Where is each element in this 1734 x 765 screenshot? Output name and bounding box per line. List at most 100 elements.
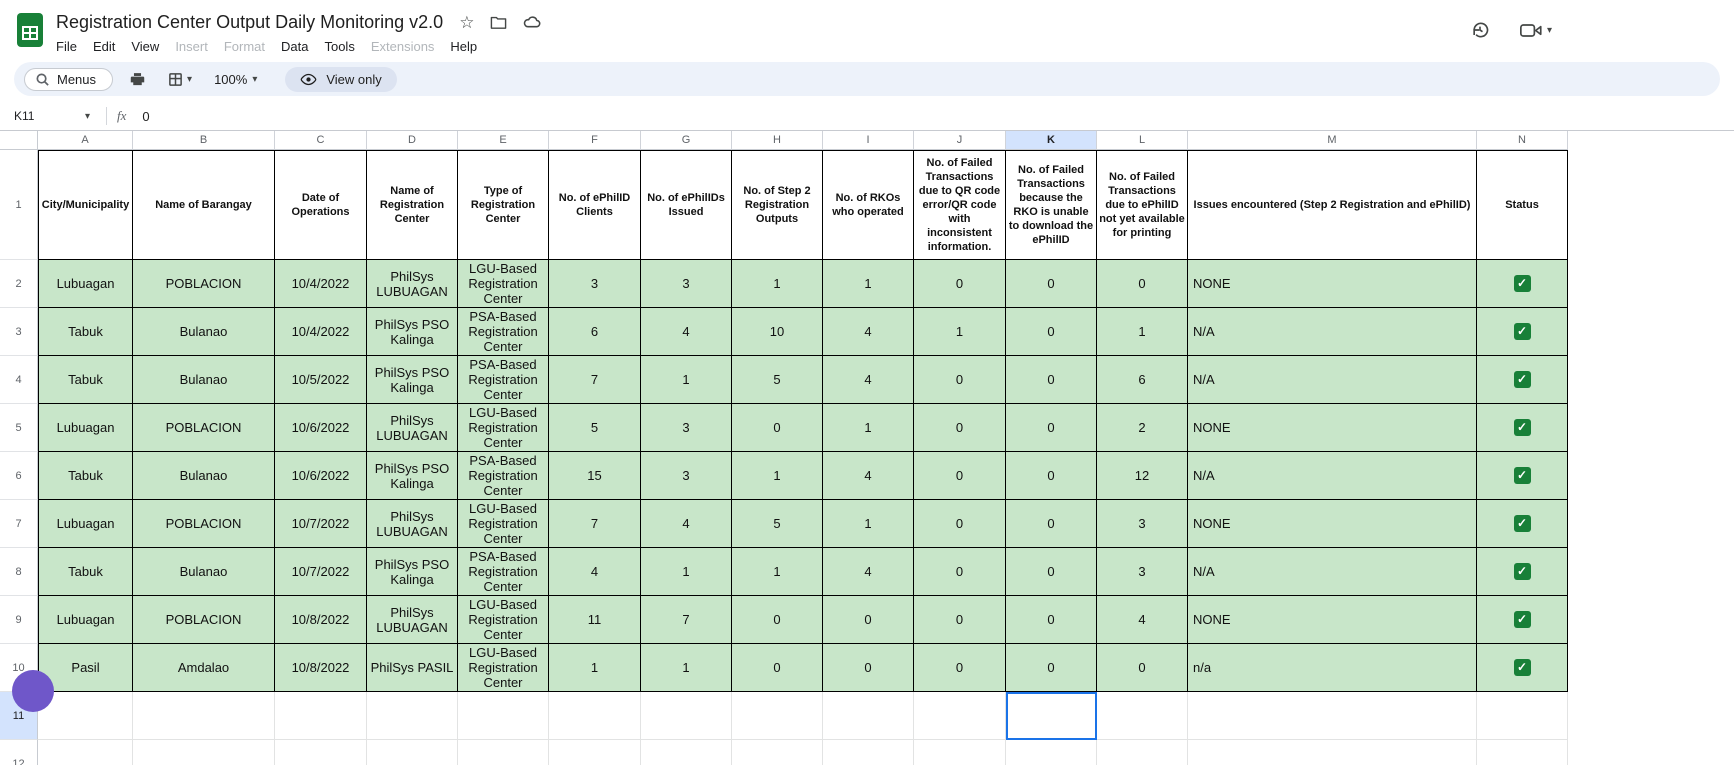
cell-L3[interactable]: 1: [1097, 308, 1188, 356]
cell-K11[interactable]: [1006, 692, 1097, 740]
cell-I6[interactable]: 4: [823, 452, 914, 500]
status-checkbox-row-7[interactable]: ✓: [1513, 515, 1531, 532]
cell-M3[interactable]: N/A: [1188, 308, 1477, 356]
cell-N3[interactable]: ✓: [1477, 308, 1568, 356]
cell-C3[interactable]: 10/4/2022: [275, 308, 367, 356]
row-header-4[interactable]: 4: [0, 356, 38, 404]
header-cell-K[interactable]: No. of Failed Transactions because the R…: [1006, 150, 1097, 260]
cell-A12[interactable]: [38, 740, 133, 765]
cell-F6[interactable]: 15: [549, 452, 641, 500]
cell-B7[interactable]: POBLACION: [133, 500, 275, 548]
status-checkbox-row-9[interactable]: ✓: [1513, 611, 1531, 628]
cell-D11[interactable]: [367, 692, 458, 740]
cell-I10[interactable]: 0: [823, 644, 914, 692]
cell-N7[interactable]: ✓: [1477, 500, 1568, 548]
cell-M4[interactable]: N/A: [1188, 356, 1477, 404]
cell-B4[interactable]: Bulanao: [133, 356, 275, 404]
move-folder-button[interactable]: [490, 15, 507, 30]
cell-J6[interactable]: 0: [914, 452, 1006, 500]
column-header-C[interactable]: C: [275, 131, 367, 150]
cell-L2[interactable]: 0: [1097, 260, 1188, 308]
status-checkbox-row-4[interactable]: ✓: [1513, 371, 1531, 388]
cell-D5[interactable]: PhilSys LUBUAGAN: [367, 404, 458, 452]
cell-L10[interactable]: 0: [1097, 644, 1188, 692]
menu-help[interactable]: Help: [442, 37, 485, 56]
cell-H4[interactable]: 5: [732, 356, 823, 404]
row-header-7[interactable]: 7: [0, 500, 38, 548]
cell-H12[interactable]: [732, 740, 823, 765]
view-only-chip[interactable]: View only: [285, 66, 397, 92]
formula-input[interactable]: 0: [142, 109, 149, 124]
cell-N2[interactable]: ✓: [1477, 260, 1568, 308]
cell-G7[interactable]: 4: [641, 500, 732, 548]
cell-L6[interactable]: 12: [1097, 452, 1188, 500]
row-header-8[interactable]: 8: [0, 548, 38, 596]
row-header-12[interactable]: 12: [0, 740, 38, 765]
cell-K9[interactable]: 0: [1006, 596, 1097, 644]
cell-E11[interactable]: [458, 692, 549, 740]
cell-J5[interactable]: 0: [914, 404, 1006, 452]
cell-A3[interactable]: Tabuk: [38, 308, 133, 356]
cell-G8[interactable]: 1: [641, 548, 732, 596]
cell-J3[interactable]: 1: [914, 308, 1006, 356]
cell-N5[interactable]: ✓: [1477, 404, 1568, 452]
cell-I3[interactable]: 4: [823, 308, 914, 356]
cell-D10[interactable]: PhilSys PASIL: [367, 644, 458, 692]
menu-view[interactable]: View: [123, 37, 167, 56]
cell-E6[interactable]: PSA-Based Registration Center: [458, 452, 549, 500]
menu-format[interactable]: Format: [216, 37, 273, 56]
cell-G11[interactable]: [641, 692, 732, 740]
status-checkbox-row-3[interactable]: ✓: [1513, 323, 1531, 340]
cell-D9[interactable]: PhilSys LUBUAGAN: [367, 596, 458, 644]
cell-J8[interactable]: 0: [914, 548, 1006, 596]
cell-B8[interactable]: Bulanao: [133, 548, 275, 596]
cell-J9[interactable]: 0: [914, 596, 1006, 644]
cell-J2[interactable]: 0: [914, 260, 1006, 308]
status-checkbox-row-10[interactable]: ✓: [1513, 659, 1531, 676]
cell-D4[interactable]: PhilSys PSO Kalinga: [367, 356, 458, 404]
column-header-M[interactable]: M: [1188, 131, 1477, 150]
cell-F12[interactable]: [549, 740, 641, 765]
cell-N11[interactable]: [1477, 692, 1568, 740]
cell-J10[interactable]: 0: [914, 644, 1006, 692]
status-checkbox-row-6[interactable]: ✓: [1513, 467, 1531, 484]
cell-M8[interactable]: N/A: [1188, 548, 1477, 596]
cell-K5[interactable]: 0: [1006, 404, 1097, 452]
column-header-J[interactable]: J: [914, 131, 1006, 150]
cell-E4[interactable]: PSA-Based Registration Center: [458, 356, 549, 404]
cell-D8[interactable]: PhilSys PSO Kalinga: [367, 548, 458, 596]
cell-F5[interactable]: 5: [549, 404, 641, 452]
header-cell-L[interactable]: No. of Failed Transactions due to ePhilI…: [1097, 150, 1188, 260]
cell-N12[interactable]: [1477, 740, 1568, 765]
cell-L11[interactable]: [1097, 692, 1188, 740]
cell-H8[interactable]: 1: [732, 548, 823, 596]
status-checkbox-row-5[interactable]: ✓: [1513, 419, 1531, 436]
cell-B6[interactable]: Bulanao: [133, 452, 275, 500]
print-button[interactable]: [123, 68, 152, 91]
cell-B9[interactable]: POBLACION: [133, 596, 275, 644]
row-header-1[interactable]: 1: [0, 150, 38, 260]
cell-C9[interactable]: 10/8/2022: [275, 596, 367, 644]
cell-G9[interactable]: 7: [641, 596, 732, 644]
header-cell-C[interactable]: Date of Operations: [275, 150, 367, 260]
column-header-E[interactable]: E: [458, 131, 549, 150]
cell-K10[interactable]: 0: [1006, 644, 1097, 692]
cell-E9[interactable]: LGU-Based Registration Center: [458, 596, 549, 644]
header-cell-F[interactable]: No. of ePhilID Clients: [549, 150, 641, 260]
cell-G6[interactable]: 3: [641, 452, 732, 500]
cell-G10[interactable]: 1: [641, 644, 732, 692]
header-cell-H[interactable]: No. of Step 2 Registration Outputs: [732, 150, 823, 260]
column-header-D[interactable]: D: [367, 131, 458, 150]
row-header-6[interactable]: 6: [0, 452, 38, 500]
cell-H7[interactable]: 5: [732, 500, 823, 548]
header-cell-G[interactable]: No. of ePhilIDs Issued: [641, 150, 732, 260]
cell-A5[interactable]: Lubuagan: [38, 404, 133, 452]
cell-G2[interactable]: 3: [641, 260, 732, 308]
cell-F8[interactable]: 4: [549, 548, 641, 596]
cell-F10[interactable]: 1: [549, 644, 641, 692]
star-button[interactable]: ☆: [459, 14, 474, 31]
cell-I2[interactable]: 1: [823, 260, 914, 308]
cell-M10[interactable]: n/a: [1188, 644, 1477, 692]
cell-E7[interactable]: LGU-Based Registration Center: [458, 500, 549, 548]
cell-B12[interactable]: [133, 740, 275, 765]
